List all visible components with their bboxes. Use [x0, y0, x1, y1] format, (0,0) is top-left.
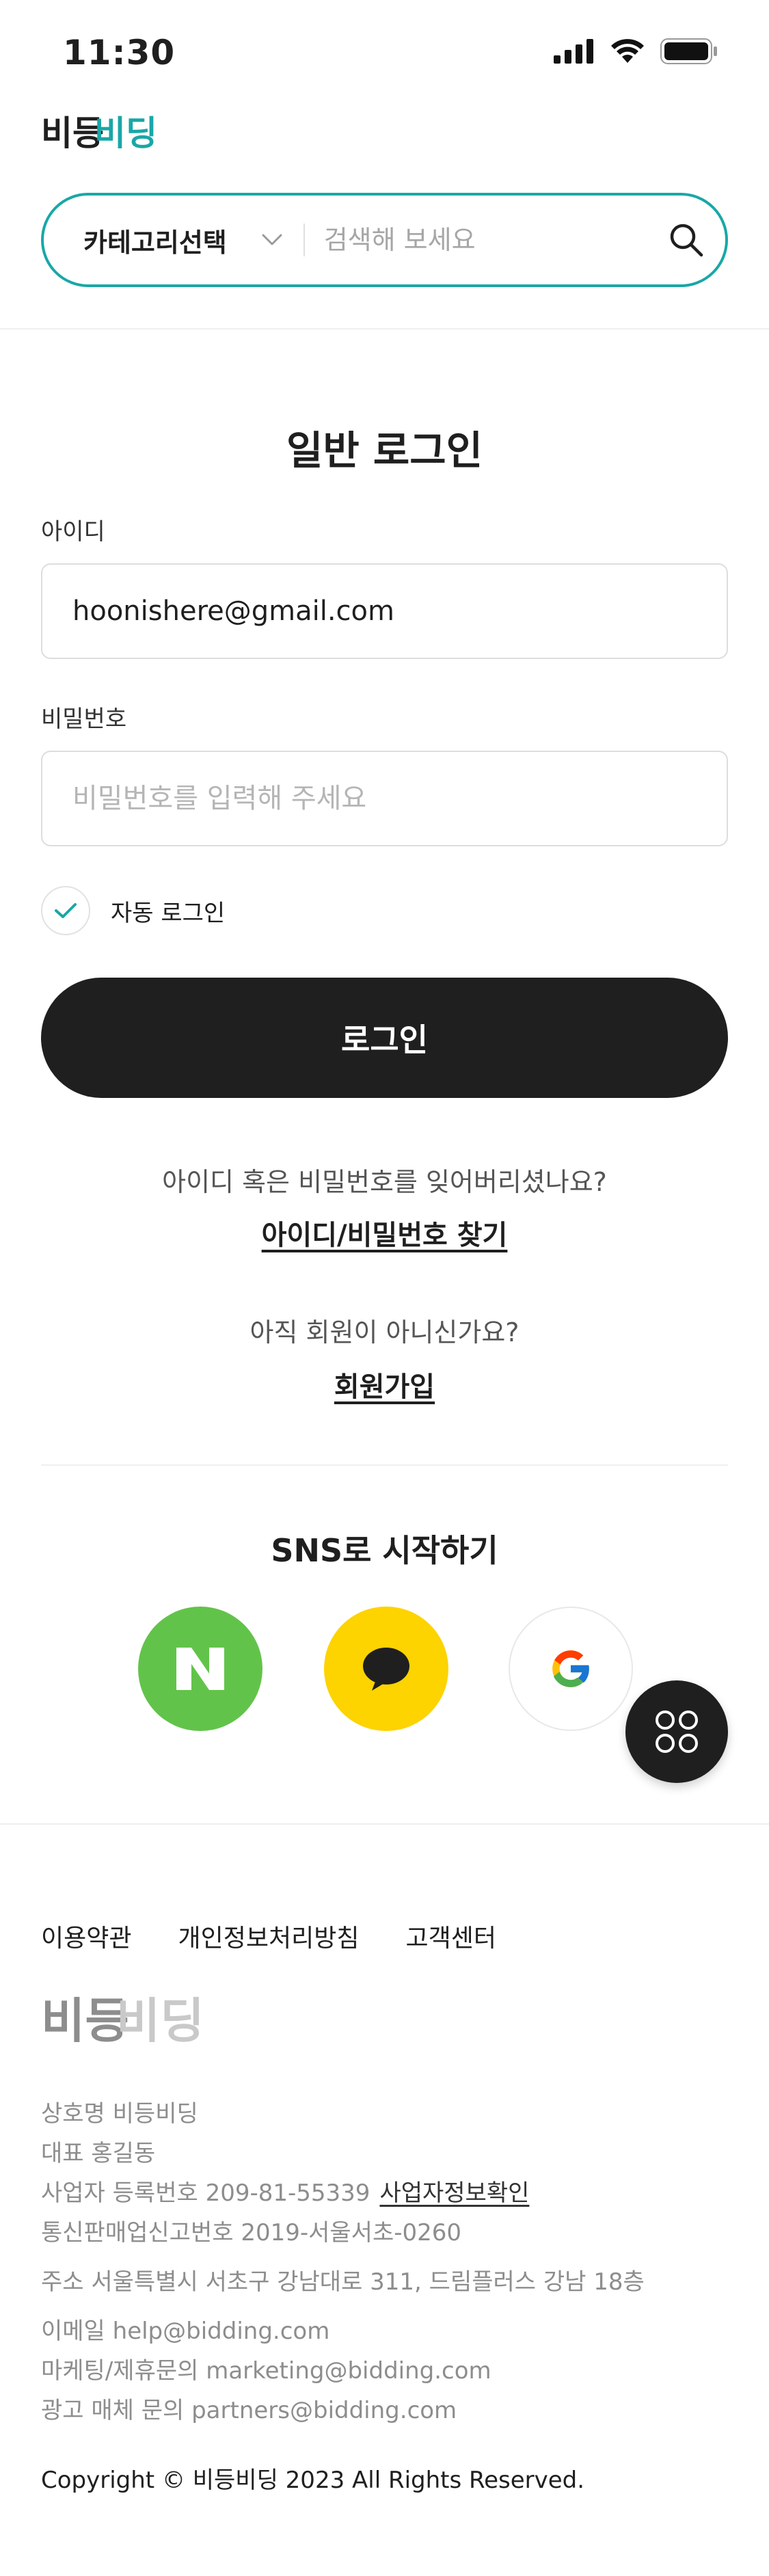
brand-logo-mark: 비등 비딩: [41, 113, 157, 153]
privacy-policy-link[interactable]: 개인정보처리방침: [178, 1918, 359, 1954]
footer-logo-mark: 비등 비딩: [41, 1993, 204, 2049]
grid-menu-icon: [656, 1710, 698, 1753]
auto-login-label: 자동 로그인: [111, 899, 226, 927]
naver-icon: [176, 1648, 224, 1690]
signup-link-wrap: 회원가입: [0, 1365, 769, 1404]
password-field[interactable]: [42, 752, 727, 845]
google-icon: [552, 1650, 591, 1687]
kakao-login-button[interactable]: [324, 1607, 448, 1731]
mail-order-number: 통신판매업신고번호 2019-서울서초-0260: [41, 2219, 462, 2246]
customer-center-link[interactable]: 고객센터: [405, 1918, 496, 1954]
forgot-text: 아이디 혹은 비밀번호를 잊어버리셨나요?: [162, 1167, 607, 1197]
auto-login-toggle[interactable]: 자동 로그인: [41, 886, 225, 935]
category-select[interactable]: 카테고리선택: [44, 222, 303, 259]
status-time: 11:30: [63, 33, 176, 72]
category-select-label: 카테고리선택: [83, 227, 227, 258]
page-title: 일반 로그인: [286, 427, 483, 474]
signup-link[interactable]: 회원가입: [334, 1371, 435, 1403]
chevron-down-icon: [262, 234, 282, 245]
menu-fab-button[interactable]: [625, 1680, 728, 1783]
login-button[interactable]: 로그인: [41, 978, 728, 1098]
header-divider: [0, 328, 769, 330]
battery-icon: [660, 38, 717, 64]
cellular-signal-icon: [554, 39, 593, 64]
search-button[interactable]: [647, 196, 725, 284]
business-number-row: 사업자 등록번호 209-81-55339 사업자정보확인: [41, 2174, 529, 2208]
search-icon: [670, 224, 703, 257]
check-icon: [55, 903, 77, 918]
brand-logo[interactable]: 비등 비딩: [41, 109, 157, 160]
logo-part2: 비딩: [94, 113, 157, 153]
company-address: 주소 서울특별시 서초구 강남대로 311, 드림플러스 강남 18층: [41, 2268, 645, 2296]
footer-divider: [0, 1823, 769, 1825]
company-name: 상호명 비등비딩: [41, 2100, 198, 2128]
forgot-link-wrap: 아이디/비밀번호 찾기: [0, 1213, 769, 1252]
ceo-name: 대표 홍길동: [41, 2140, 156, 2167]
business-number: 사업자 등록번호 209-81-55339: [41, 2179, 370, 2207]
status-icons: [554, 38, 718, 65]
google-login-button[interactable]: [509, 1607, 633, 1731]
footer-logo-part2: 비딩: [116, 1993, 204, 2049]
naver-login-button[interactable]: [138, 1607, 262, 1731]
search-bar: 카테고리선택: [41, 193, 728, 287]
search-input[interactable]: [304, 225, 647, 255]
kakao-icon: [363, 1648, 409, 1691]
contact-email: 이메일 help@bidding.com: [41, 2318, 330, 2345]
marketing-email: 마케팅/제휴문의 marketing@bidding.com: [41, 2357, 491, 2385]
ads-email: 광고 매체 문의 partners@bidding.com: [41, 2397, 457, 2424]
copyright: Copyright © 비등비딩 2023 All Rights Reserve…: [41, 2467, 585, 2494]
footer-logo: 비등 비딩: [41, 1989, 205, 2061]
id-field[interactable]: [42, 565, 727, 658]
wifi-icon: [611, 39, 644, 63]
section-divider: [41, 1464, 728, 1466]
footer-links: 이용약관 개인정보처리방침 고객센터: [41, 1918, 496, 1954]
id-field-box: [41, 563, 728, 659]
terms-link[interactable]: 이용약관: [41, 1918, 131, 1954]
password-label: 비밀번호: [41, 706, 127, 733]
find-account-link[interactable]: 아이디/비밀번호 찾기: [262, 1220, 508, 1251]
status-bar: 11:30: [0, 0, 769, 103]
auto-login-checkbox[interactable]: [41, 886, 90, 935]
password-field-box: [41, 751, 728, 846]
sns-title: SNS로 시작하기: [271, 1532, 498, 1569]
id-label: 아이디: [41, 518, 105, 546]
not-member-text: 아직 회원이 아니신가요?: [249, 1317, 520, 1347]
business-info-link[interactable]: 사업자정보확인: [379, 2179, 529, 2207]
